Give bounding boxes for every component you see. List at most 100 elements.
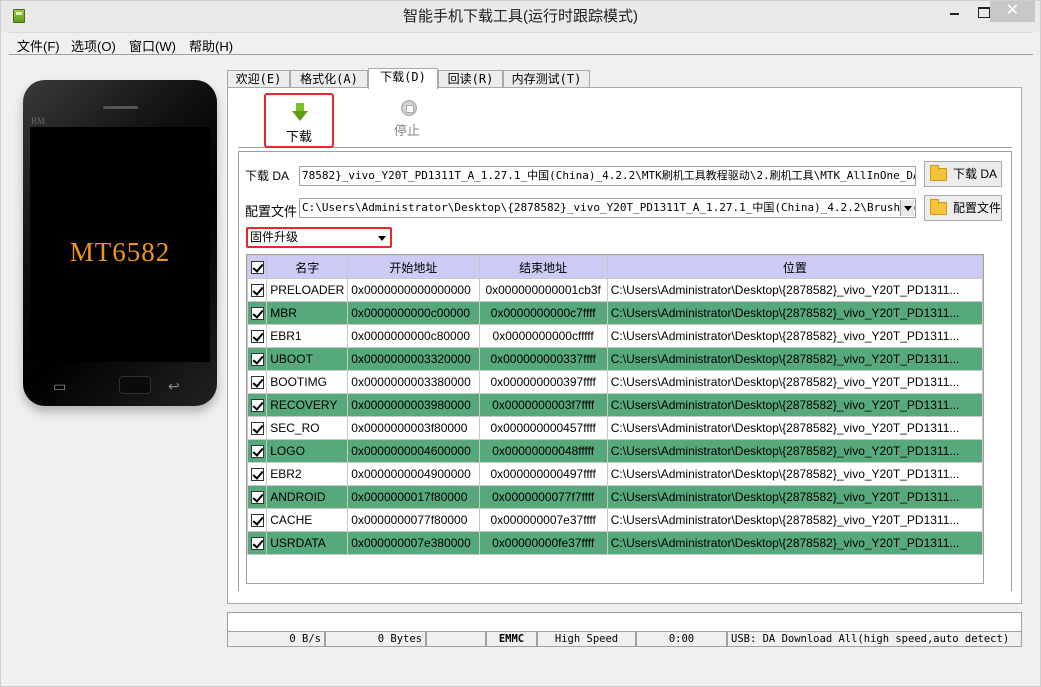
mode-select[interactable]: 固件升级 [246, 227, 392, 248]
menu-key-icon: ▭ [53, 378, 67, 394]
file-location: C:\Users\Administrator\Desktop\{2878582}… [606, 485, 984, 509]
partition-name: USRDATA [266, 531, 349, 555]
table-row[interactable]: PRELOADER 0x0000000000000000 0x00000000000… [246, 278, 984, 302]
tab-memory-test[interactable]: 内存测试(T) [503, 70, 590, 88]
row-checkbox[interactable] [246, 347, 268, 371]
window-title: 智能手机下载工具(运行时跟踪模式) [403, 8, 638, 25]
back-key-icon: ↩ [168, 378, 180, 394]
checkbox[interactable] [250, 537, 264, 551]
col-name[interactable]: 名字 [266, 255, 349, 279]
row-checkbox[interactable] [246, 462, 268, 486]
partition-name: MBR [266, 301, 349, 325]
checkbox[interactable] [250, 491, 264, 505]
phone-preview: BM MT6582 ▭ ↩ [23, 80, 217, 406]
row-checkbox[interactable] [246, 324, 268, 348]
table-row[interactable]: RECOVERY 0x0000000003980000 0x0000000003f7… [246, 393, 984, 417]
table-row[interactable]: LOGO 0x0000000004600000 0x00000000048fffff… [246, 439, 984, 463]
download-button[interactable]: 下载 [264, 93, 334, 148]
col-end-address[interactable]: 结束地址 [478, 255, 608, 279]
end-address: 0x000000007e37ffff [478, 508, 608, 532]
table-row[interactable]: UBOOT 0x0000000003320000 0x000000000337fff… [246, 347, 984, 371]
row-checkbox[interactable] [246, 278, 268, 302]
row-checkbox[interactable] [246, 439, 268, 463]
checkbox[interactable] [250, 445, 264, 459]
table-row[interactable]: EBR1 0x0000000000c80000 0x0000000000cfffff… [246, 324, 984, 348]
home-key-icon [119, 376, 151, 394]
da-browse-button[interactable]: 下载 DA [924, 161, 1002, 187]
file-location: C:\Users\Administrator\Desktop\{2878582}… [606, 462, 984, 486]
table-row[interactable]: USRDATA 0x000000007e380000 0x00000000fe37f… [246, 531, 984, 555]
menu-bar: 文件(F) 选项(O) 窗口(W) 帮助(H) [9, 32, 1033, 55]
file-location: C:\Users\Administrator\Desktop\{2878582}… [606, 393, 984, 417]
checkbox[interactable] [250, 353, 264, 367]
checkbox[interactable] [250, 307, 264, 321]
da-path-input[interactable]: 78582}_vivo_Y20T_PD1311T_A_1.27.1_中国(Chi… [299, 166, 916, 186]
progress-bar [227, 612, 1022, 632]
start-address: 0x0000000000c80000 [347, 324, 480, 348]
tab-welcome[interactable]: 欢迎(E) [227, 70, 290, 88]
end-address: 0x0000000000cfffff [478, 324, 608, 348]
end-address: 0x0000000003f7ffff [478, 393, 608, 417]
start-address: 0x0000000003320000 [347, 347, 480, 371]
start-address: 0x0000000000000000 [347, 278, 480, 302]
chevron-down-icon[interactable] [900, 200, 914, 216]
checkbox[interactable] [250, 422, 264, 436]
table-row[interactable]: BOOTIMG 0x0000000003380000 0x000000000397f… [246, 370, 984, 394]
table-row[interactable]: EBR2 0x0000000004900000 0x000000000497ffff… [246, 462, 984, 486]
table-row[interactable]: SEC_RO 0x0000000003f80000 0x000000000457ff… [246, 416, 984, 440]
start-address: 0x0000000003f80000 [347, 416, 480, 440]
toolbar: 下载 停止 [238, 93, 1012, 148]
file-location: C:\Users\Administrator\Desktop\{2878582}… [606, 278, 984, 302]
partition-name: EBR2 [266, 462, 349, 486]
col-start-address[interactable]: 开始地址 [347, 255, 480, 279]
checkbox[interactable] [250, 468, 264, 482]
table-row[interactable]: CACHE 0x0000000077f80000 0x000000007e37fff… [246, 508, 984, 532]
end-address: 0x000000000457ffff [478, 416, 608, 440]
status-bar: 0 B/s 0 Bytes EMMC High Speed 0:00 USB: … [227, 631, 1022, 647]
file-location: C:\Users\Administrator\Desktop\{2878582}… [606, 416, 984, 440]
scatter-path-select[interactable]: C:\Users\Administrator\Desktop\{2878582}… [299, 198, 916, 218]
chevron-down-icon[interactable] [375, 230, 389, 246]
checkbox[interactable] [250, 284, 264, 298]
menu-help[interactable]: 帮助(H) [189, 36, 233, 55]
checkbox[interactable] [250, 330, 264, 344]
checkbox[interactable] [250, 399, 264, 413]
tab-readback[interactable]: 回读(R) [438, 70, 503, 88]
col-location[interactable]: 位置 [606, 255, 984, 279]
checkbox[interactable] [250, 514, 264, 528]
file-location: C:\Users\Administrator\Desktop\{2878582}… [606, 531, 984, 555]
file-location: C:\Users\Administrator\Desktop\{2878582}… [606, 347, 984, 371]
tab-format[interactable]: 格式化(A) [290, 70, 368, 88]
partition-name: CACHE [266, 508, 349, 532]
menu-options[interactable]: 选项(O) [71, 36, 116, 55]
row-checkbox[interactable] [246, 531, 268, 555]
row-checkbox[interactable] [246, 370, 268, 394]
tab-download[interactable]: 下载(D) [368, 68, 438, 89]
scatter-browse-button[interactable]: 配置文件 [924, 195, 1002, 221]
status-time: 0:00 [636, 631, 727, 647]
menu-file[interactable]: 文件(F) [17, 36, 60, 55]
stop-button[interactable]: 停止 [374, 93, 444, 148]
table-row[interactable]: ANDROID 0x0000000017f80000 0x0000000077f7f… [246, 485, 984, 509]
row-checkbox[interactable] [246, 416, 268, 440]
close-button[interactable]: ✕ [990, 1, 1035, 22]
status-usb-speed: High Speed [537, 631, 636, 647]
row-checkbox[interactable] [246, 508, 268, 532]
row-checkbox[interactable] [246, 393, 268, 417]
stop-icon [401, 100, 417, 116]
row-checkbox[interactable] [246, 301, 268, 325]
status-empty [426, 631, 486, 647]
table-header: 名字 开始地址 结束地址 位置 [246, 255, 984, 279]
checkbox[interactable] [250, 376, 264, 390]
row-checkbox[interactable] [246, 485, 268, 509]
select-all-checkbox[interactable] [246, 255, 268, 279]
status-speed: 0 B/s [227, 631, 325, 647]
table-row[interactable]: MBR 0x0000000000c00000 0x0000000000c7ffff C… [246, 301, 984, 325]
start-address: 0x0000000077f80000 [347, 508, 480, 532]
download-label: 下载 [285, 129, 312, 144]
partition-name: ANDROID [266, 485, 349, 509]
file-location: C:\Users\Administrator\Desktop\{2878582}… [606, 370, 984, 394]
partition-name: BOOTIMG [266, 370, 349, 394]
file-location: C:\Users\Administrator\Desktop\{2878582}… [606, 439, 984, 463]
menu-window[interactable]: 窗口(W) [129, 36, 176, 55]
